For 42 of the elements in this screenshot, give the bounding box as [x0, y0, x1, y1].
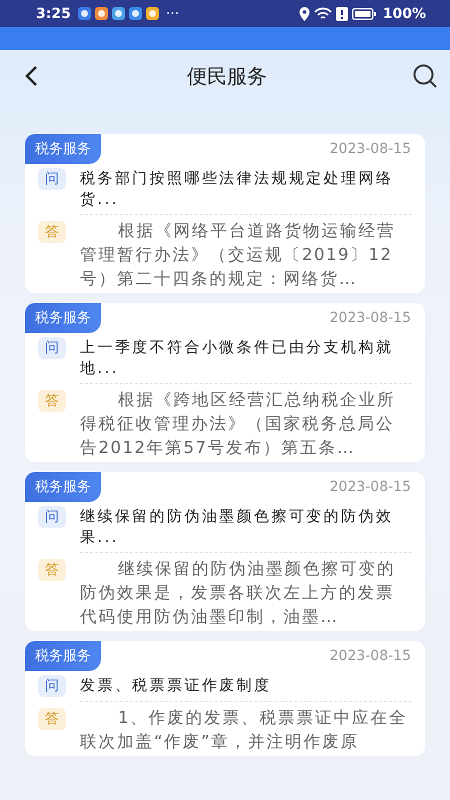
question-card[interactable]: 税务服务 2023-08-15 问 继续保留的防伪油墨颜色擦可变的防伪效果... 答 继续保留的防伪油墨颜色擦可变的防伪效果是，发票各联次左上方的发票代码使用防伪油墨印制，油墨… [25, 472, 425, 631]
app-notification-icon [94, 7, 108, 20]
question-card[interactable]: 税务服务 2023-08-15 问 上一季度不符合小微条件已由分支机构就地... 答 根据《跨地区经营汇总纳税企业所得税征收管理办法》（国家税务总局公告2012年第57号发布）第五条… [25, 303, 425, 462]
category-tag: 税务服务 [25, 134, 101, 164]
answer-text: 根据《跨地区经营汇总纳税企业所得税征收管理办法》（国家税务总局公告2012年第57号发布）第五条… [80, 389, 396, 459]
question-badge: 问 [38, 337, 66, 359]
page-title: 便民服务 [186, 62, 268, 90]
date-label: 2023-08-15 [330, 141, 412, 157]
location-icon [298, 6, 310, 20]
battery-percentage: 100% [382, 6, 426, 22]
answer-badge: 答 [38, 559, 66, 581]
question-badge: 问 [38, 168, 66, 190]
category-tag: 税务服务 [25, 303, 101, 333]
date-label: 2023-08-15 [330, 648, 412, 664]
answer-badge: 答 [38, 708, 66, 730]
question-card[interactable]: 税务服务 2023-08-15 问 发票、税票票证作废制度 答 1、作废的发票、税票票证中应在全联次加盖“作废”章，并注明作废原 [25, 641, 425, 756]
question-text: 上一季度不符合小微条件已由分支机构就地... [80, 337, 394, 379]
app-notification-icon [128, 7, 142, 20]
answer-badge: 答 [38, 221, 66, 243]
wifi-icon [314, 6, 332, 20]
answer-badge: 答 [38, 390, 66, 412]
date-label: 2023-08-15 [330, 310, 412, 326]
question-card[interactable]: 税务服务 2023-08-15 问 税务部门按照哪些法律法规规定处理网络货... 答 根据《网络平台道路货物运输经营管理暂行办法》（交运规〔2019〕12号）第二十四条的规定：网络货… [25, 134, 425, 293]
battery-icon [352, 8, 376, 20]
answer-text: 1、作废的发票、税票票证中应在全联次加盖“作废”章，并注明作废原 [80, 707, 408, 753]
app-notification-icon [146, 7, 159, 20]
category-tag: 税务服务 [25, 472, 101, 502]
app-notification-icon [112, 7, 125, 20]
search-icon[interactable] [412, 63, 438, 89]
more-notifications: ··· [166, 6, 180, 22]
question-text: 税务部门按照哪些法律法规规定处理网络货... [80, 168, 394, 210]
question-text: 发票、税票票证作废制度 [80, 675, 272, 696]
question-text: 继续保留的防伪油墨颜色擦可变的防伪效果... [80, 506, 394, 548]
answer-text: 根据《网络平台道路货物运输经营管理暂行办法》（交运规〔2019〕12号）第二十四条的规定：网络货… [80, 220, 396, 290]
answer-text: 继续保留的防伪油墨颜色擦可变的防伪效果是，发票各联次左上方的发票代码使用防伪油墨印制，油墨… [80, 558, 396, 628]
app-notification-icon [78, 7, 91, 20]
question-badge: 问 [38, 506, 66, 528]
question-badge: 问 [38, 675, 66, 697]
category-tag: 税务服务 [25, 641, 101, 671]
date-label: 2023-08-15 [330, 479, 412, 495]
alert-icon [336, 6, 348, 20]
status-time: 3:25 [36, 6, 71, 22]
